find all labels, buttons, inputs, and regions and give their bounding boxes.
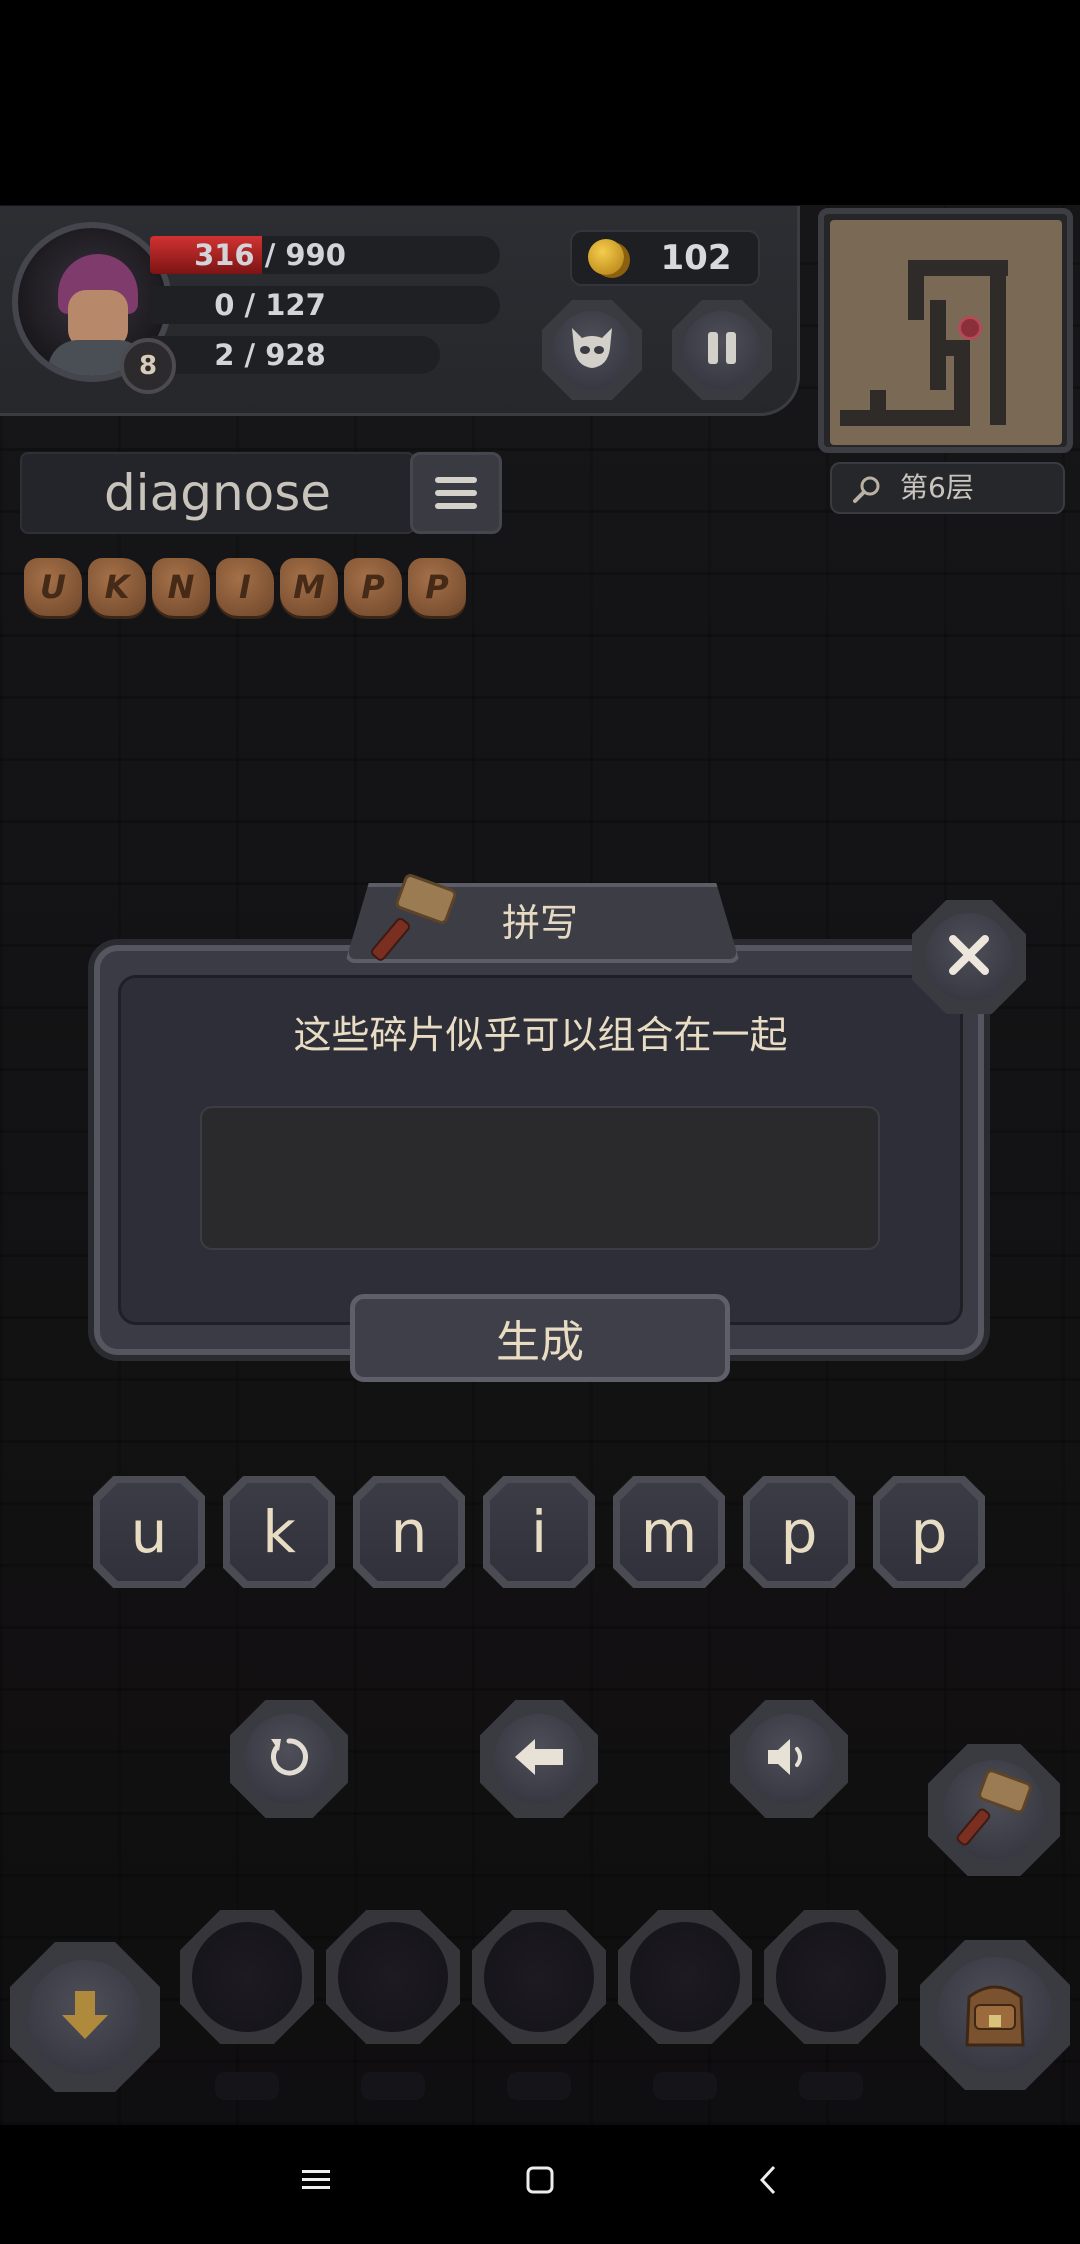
letter-key-label: u: [100, 1483, 198, 1581]
minimap-map: [830, 220, 1062, 445]
letter-key[interactable]: p: [873, 1476, 985, 1588]
slot-tag: [507, 2072, 571, 2100]
generate-button[interactable]: 生成: [350, 1294, 730, 1382]
letter-key-label: p: [750, 1483, 848, 1581]
magnifier-icon: [852, 474, 882, 511]
list-menu-icon: [435, 477, 477, 509]
answer-input[interactable]: [200, 1106, 880, 1250]
collected-tile: N: [152, 558, 210, 616]
dialog-prompt: 这些碎片似乎可以组合在一起: [293, 1013, 788, 1057]
word-list-button[interactable]: [410, 452, 502, 534]
status-bar-area: [0, 0, 1080, 205]
arrow-down-icon: [60, 1989, 110, 2045]
back-nav-icon[interactable]: [748, 2150, 788, 2210]
hp-text: 316 / 990: [194, 238, 346, 272]
craft-hammer-button[interactable]: [928, 1744, 1060, 1876]
minimap-wall: [908, 260, 924, 320]
gold-amount: 102: [660, 238, 732, 278]
letter-key-label: i: [490, 1483, 588, 1581]
dialog-title: 拼写: [501, 901, 578, 945]
monster-button[interactable]: [542, 300, 642, 400]
slot-tag: [215, 2072, 279, 2100]
pause-button[interactable]: [672, 300, 772, 400]
slot-tag: [799, 2072, 863, 2100]
collected-tile: P: [408, 558, 466, 616]
collected-tile: U: [24, 558, 82, 616]
xp-text: 2 / 928: [214, 338, 326, 372]
descend-button[interactable]: [10, 1942, 160, 2092]
pause-icon: [705, 330, 739, 370]
mp-text: 0 / 127: [214, 288, 326, 322]
minimap-wall: [840, 410, 970, 426]
speaker-icon: [766, 1737, 812, 1781]
collected-tile: I: [216, 558, 274, 616]
letter-key[interactable]: p: [743, 1476, 855, 1588]
player-marker-icon: [958, 316, 982, 340]
close-x-icon: [947, 933, 991, 981]
monster-face-icon: [568, 326, 616, 374]
collected-tile: P: [344, 558, 402, 616]
collected-tile: M: [280, 558, 338, 616]
letter-key[interactable]: m: [613, 1476, 725, 1588]
letter-key[interactable]: n: [353, 1476, 465, 1588]
minimap-wall: [990, 260, 1006, 425]
letter-key-label: n: [360, 1483, 458, 1581]
letter-key[interactable]: u: [93, 1476, 205, 1588]
backpack-icon: [957, 1975, 1033, 2055]
minimap-wall: [870, 390, 886, 420]
letter-key[interactable]: i: [483, 1476, 595, 1588]
reset-icon: [265, 1733, 313, 1785]
floor-label: 第6层: [900, 471, 974, 504]
current-word: diagnose: [103, 464, 332, 522]
collected-tile: K: [88, 558, 146, 616]
letter-key-label: p: [880, 1483, 978, 1581]
gold-coin-icon: [588, 239, 624, 275]
home-nav-icon[interactable]: [520, 2150, 560, 2210]
menu-nav-icon[interactable]: [296, 2150, 336, 2210]
slot-tag: [653, 2072, 717, 2100]
hammer-icon: [954, 1768, 1034, 1852]
slot-tag: [361, 2072, 425, 2100]
level-badge: 8: [120, 338, 176, 394]
arrow-left-icon: [513, 1737, 565, 1781]
backpack-button[interactable]: [920, 1940, 1070, 2090]
letter-key-label: k: [230, 1483, 328, 1581]
letter-key[interactable]: k: [223, 1476, 335, 1588]
letter-key-label: m: [620, 1483, 718, 1581]
